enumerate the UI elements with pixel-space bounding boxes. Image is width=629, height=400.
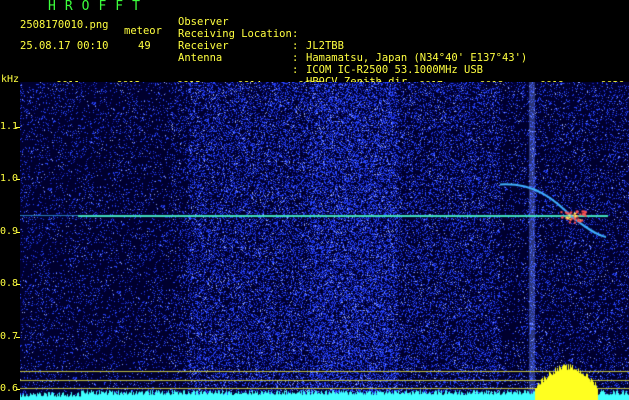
meta-key: Antenna	[178, 52, 223, 64]
meteor-count: 49	[138, 40, 151, 52]
y-axis-label: kHz	[1, 74, 20, 85]
meta-sep: :	[292, 40, 299, 52]
meta-sep: :	[292, 52, 299, 64]
meta-sep: :	[292, 28, 299, 40]
meta-value: JL2TBB	[306, 40, 344, 52]
meta-key: Receiving Location	[178, 28, 292, 40]
meta-value: Hamamatsu, Japan (N34°40' E137°43')	[306, 52, 528, 64]
app-title: HROFFT	[48, 0, 149, 14]
meteor-label: meteor	[124, 25, 162, 37]
filename: 2508170010.png	[20, 19, 109, 31]
datetime: 25.08.17 00:10	[20, 40, 109, 52]
meta-value: ICOM IC-R2500 53.1000MHz USB	[306, 64, 484, 76]
meta-sep: :	[292, 64, 299, 76]
spectrogram	[20, 82, 629, 400]
